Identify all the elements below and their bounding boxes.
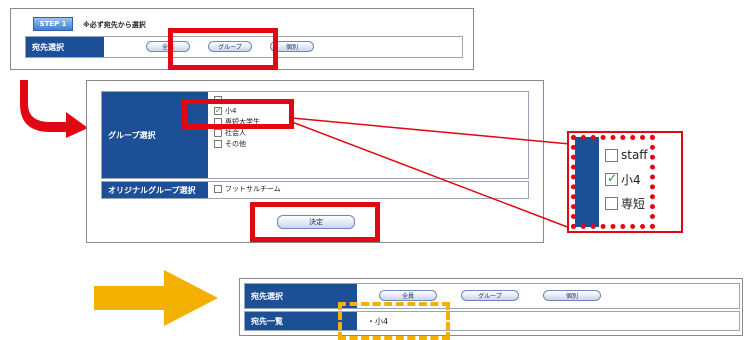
result-destination-label-text: 宛先選択 (251, 291, 283, 301)
checkbox-icon (605, 196, 618, 210)
checkbox-icon (605, 148, 618, 162)
result-row-2: 宛先一覧 ・小4 (244, 311, 740, 331)
zoom-box: staff ✓ 小4 専短 (567, 131, 683, 233)
result-row-1: 宛先選択 全員 グループ 個別 (244, 283, 740, 309)
zoom-item-0-label: staff (621, 148, 648, 162)
zoom-item-2-label: 専短 (621, 196, 646, 211)
result-panel: 宛先選択 全員 グループ 個別 宛先一覧 ・小4 (239, 278, 743, 336)
result-all-button[interactable]: 全員 (379, 290, 437, 301)
result-list-label-text: 宛先一覧 (251, 316, 283, 326)
zoom-list: staff ✓ 小4 専短 (605, 143, 648, 215)
yellow-arrow-icon (94, 270, 218, 326)
zoom-item-0: staff (605, 143, 648, 167)
zoom-item-2: 専短 (605, 191, 648, 215)
checkbox-checked-icon: ✓ (605, 170, 618, 186)
result-value-highlight (338, 302, 450, 340)
zoom-item-1: ✓ 小4 (605, 167, 648, 191)
result-individual-button[interactable]: 個別 (543, 290, 601, 301)
zoom-item-1-label: 小4 (621, 172, 641, 187)
result-group-button[interactable]: グループ (461, 290, 519, 301)
